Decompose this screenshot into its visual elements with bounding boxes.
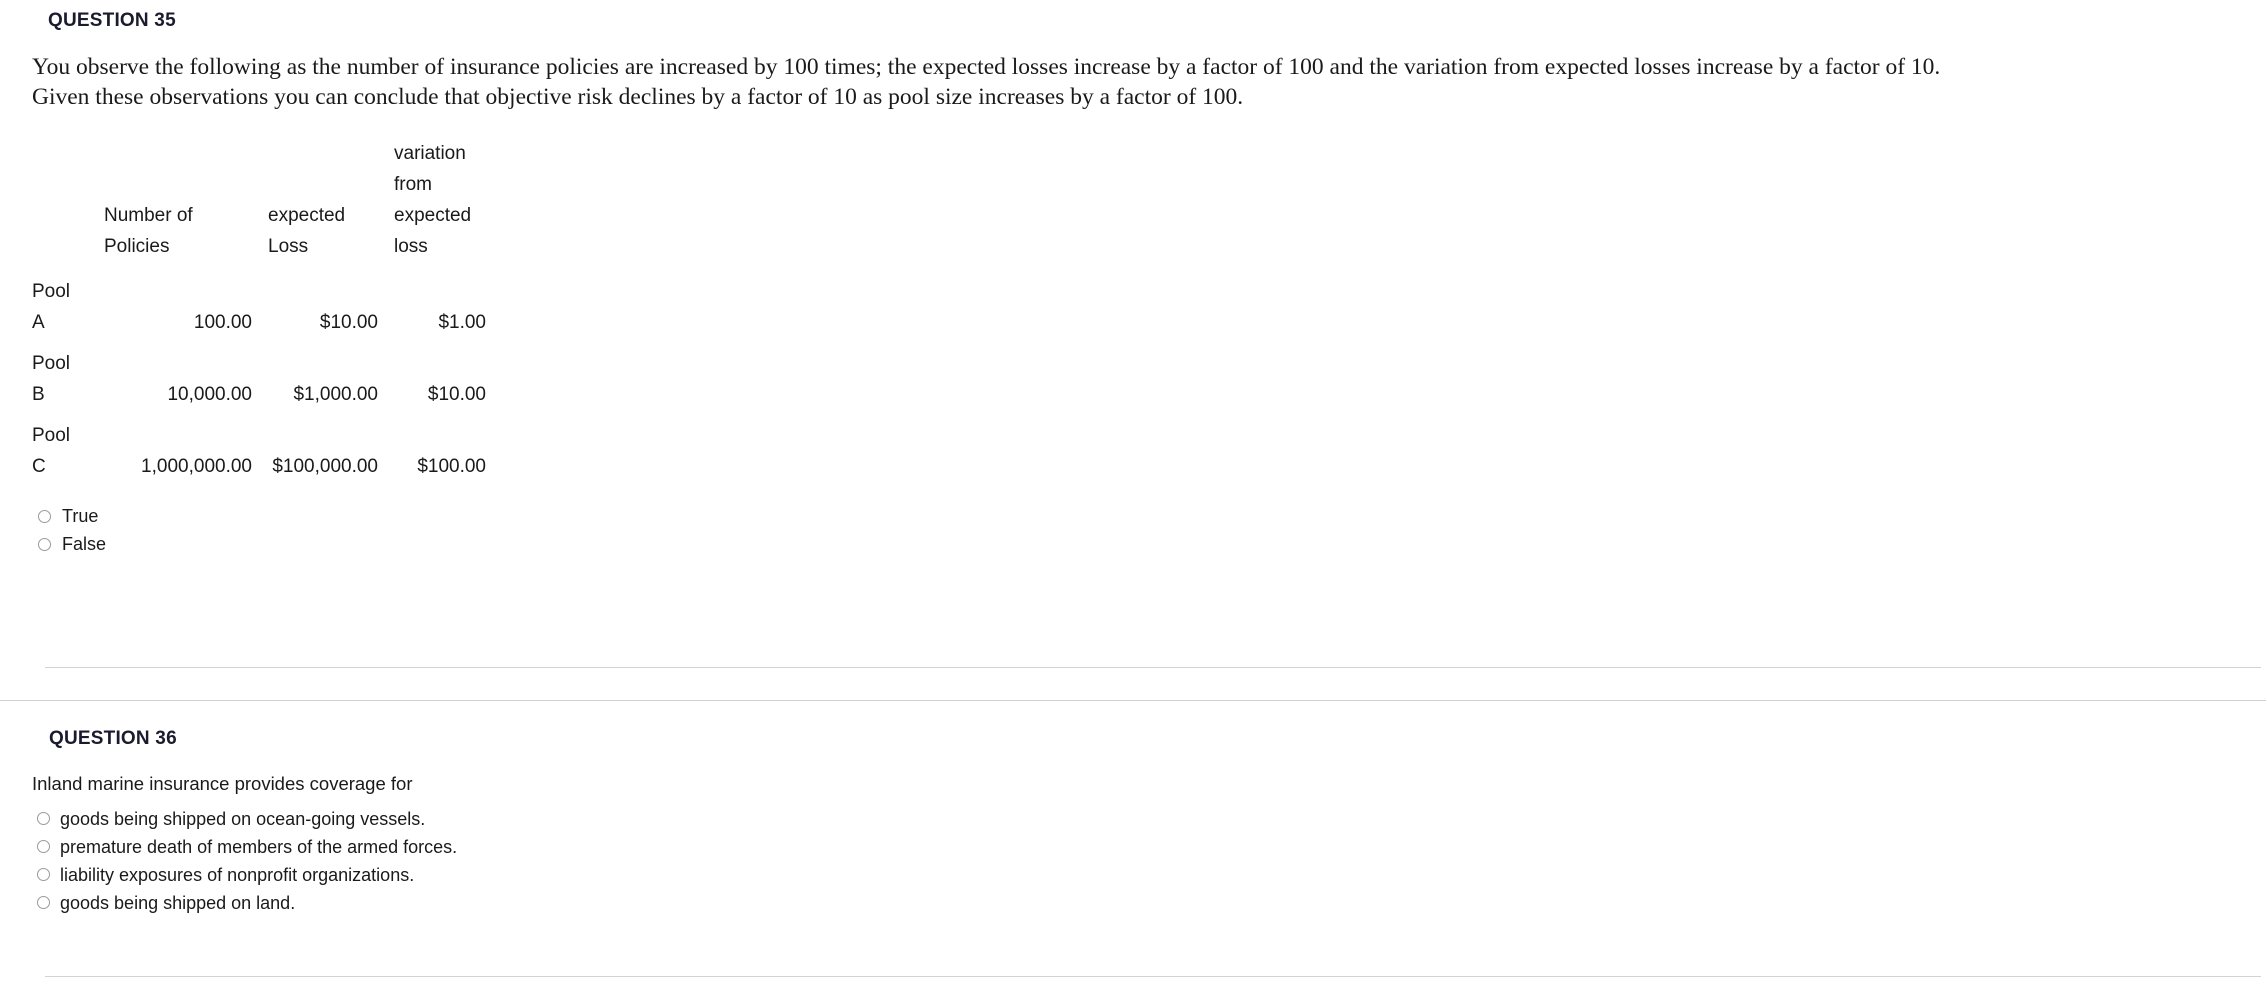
option-false[interactable]: False (38, 530, 2266, 558)
cell-expected-loss-pool-b: $1,000.00 (293, 384, 378, 405)
row-label-line-1: Pool (32, 353, 71, 374)
radio-button-icon[interactable] (38, 537, 51, 551)
cell-variation-pool-b: $10.00 (427, 384, 486, 405)
cell-expected-loss-pool-c: $100,000.00 (272, 456, 378, 477)
question-36-block: QUESTION 36 Inland marine insurance prov… (0, 701, 2266, 917)
column-header-variation-from-expected-loss: variation from expected loss (378, 138, 486, 262)
table-header-row: Number of Policies expected Loss variati… (32, 138, 486, 262)
column-header-variation-line-2: from (394, 174, 432, 195)
column-header-variation-line-4: loss (394, 236, 428, 257)
cell-policies-pool-a: 100.00 (193, 312, 252, 333)
radio-button-icon[interactable] (38, 509, 51, 523)
question-35-block: QUESTION 35 You observe the following as… (0, 0, 2266, 558)
radio-button-icon[interactable] (37, 896, 50, 909)
column-header-expected-loss-line-2: Loss (268, 236, 309, 257)
cell-policies-pool-b: 10,000.00 (167, 384, 252, 405)
column-header-number-of-policies: Number of Policies (94, 138, 252, 262)
option-liability-exposures[interactable]: liability exposures of nonprofit organiz… (37, 861, 2266, 889)
column-header-variation-line-1: variation (394, 143, 466, 164)
bottom-divider (45, 976, 2261, 977)
column-header-pool (32, 138, 94, 262)
question-35-stem: You observe the following as the number … (32, 52, 2266, 112)
column-header-policies-line-2: Policies (104, 236, 170, 257)
table-row: Pool B 10,000.00 $1,000.00 $10.00 (32, 338, 486, 410)
section-divider-inset (45, 667, 2261, 668)
option-shipped-on-land[interactable]: goods being shipped on land. (37, 889, 2266, 917)
question-35-stem-line-2: Given these observations you can conclud… (32, 84, 1244, 110)
column-header-expected-loss-line-1: expected (268, 205, 346, 226)
row-label-line-1: Pool (32, 281, 71, 302)
pool-data-table: Number of Policies expected Loss variati… (32, 138, 486, 482)
radio-button-icon[interactable] (37, 840, 50, 853)
question-35-options: True False (38, 502, 2266, 558)
radio-button-icon[interactable] (37, 868, 50, 881)
option-label: goods being shipped on land. (60, 892, 296, 913)
column-header-variation-line-3: expected (394, 205, 472, 226)
question-36-title: QUESTION 36 (49, 728, 177, 749)
option-label: True (62, 506, 99, 526)
table-row: Pool C 1,000,000.00 $100,000.00 $100.00 (32, 410, 486, 482)
row-label-pool-b: Pool B (32, 338, 94, 410)
option-ocean-going-vessels[interactable]: goods being shipped on ocean-going vesse… (37, 805, 2266, 833)
option-label: False (62, 534, 107, 554)
option-true[interactable]: True (38, 502, 2266, 530)
row-label-line-2: A (32, 312, 45, 333)
question-35-title: QUESTION 35 (48, 10, 176, 31)
cell-expected-loss-pool-a: $10.00 (319, 312, 378, 333)
option-label: premature death of members of the armed … (60, 836, 458, 857)
column-header-policies-line-1: Number of (104, 205, 193, 226)
pool-table-header: Number of Policies expected Loss variati… (32, 138, 486, 262)
question-36-stem: Inland marine insurance provides coverag… (32, 773, 413, 794)
row-label-line-2: B (32, 384, 45, 405)
column-header-expected-loss: expected Loss (252, 138, 378, 262)
row-label-line-2: C (32, 456, 46, 477)
cell-variation-pool-c: $100.00 (417, 456, 486, 477)
cell-policies-pool-c: 1,000,000.00 (141, 456, 252, 477)
row-label-pool-a: Pool A (32, 262, 94, 338)
option-premature-death[interactable]: premature death of members of the armed … (37, 833, 2266, 861)
pool-table-body: Pool A 100.00 $10.00 $1.00 Pool B 10,000… (32, 262, 486, 482)
cell-variation-pool-a: $1.00 (438, 312, 486, 333)
question-35-stem-line-1: You observe the following as the number … (32, 54, 1941, 80)
row-label-pool-c: Pool C (32, 410, 94, 482)
option-label: goods being shipped on ocean-going vesse… (60, 808, 426, 829)
question-36-options: goods being shipped on ocean-going vesse… (0, 805, 2266, 917)
row-label-line-1: Pool (32, 425, 71, 446)
radio-button-icon[interactable] (37, 812, 50, 825)
table-row: Pool A 100.00 $10.00 $1.00 (32, 262, 486, 338)
option-label: liability exposures of nonprofit organiz… (60, 864, 415, 885)
